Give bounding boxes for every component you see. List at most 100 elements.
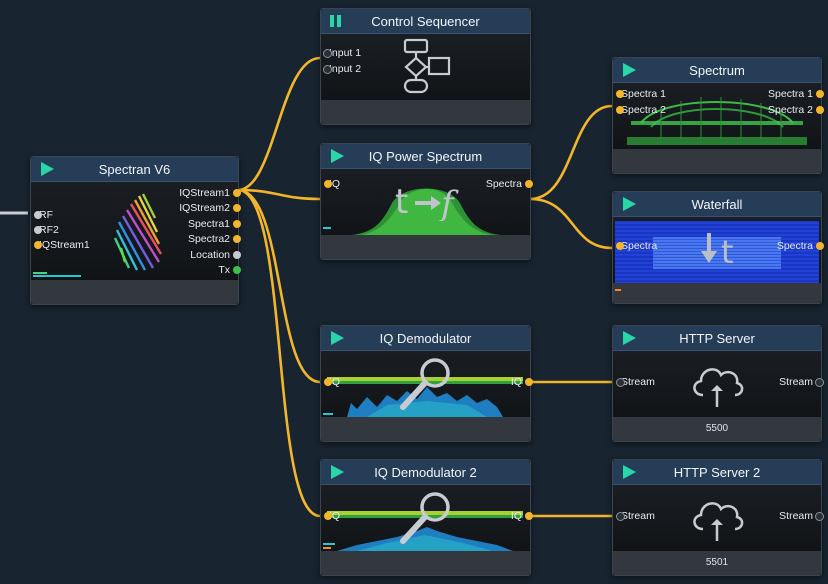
node-title: Control Sequencer — [371, 14, 480, 29]
port-spectra-out[interactable]: Spectra — [485, 178, 533, 190]
port-stream-out[interactable]: Stream — [779, 376, 824, 388]
node-header[interactable]: Waterfall — [613, 192, 821, 217]
wire-iq-power-to-waterfall — [528, 197, 614, 250]
port-label: Location — [190, 249, 230, 261]
level-meter — [33, 272, 47, 274]
node-body: Input 1 Input 2 — [321, 34, 530, 100]
port-label: Stream — [621, 510, 655, 522]
node-header[interactable]: HTTP Server — [613, 326, 821, 351]
spectran-logo — [113, 193, 163, 271]
cloud-upload-icon — [693, 502, 744, 541]
node-body: RF RF2 IQStream1 IQStream1 IQStream2 Spe… — [31, 182, 241, 280]
port-label: Spectra — [485, 178, 522, 190]
level-meter — [323, 413, 333, 415]
svg-text:t: t — [395, 182, 408, 221]
port-iq-in[interactable]: IQ — [324, 376, 340, 388]
node-body: Spectra 1 Spectra 2 Spectra 1 Spectra 2 — [613, 83, 824, 149]
port-stream-in[interactable]: Stream — [616, 376, 655, 388]
node-control-sequencer[interactable]: Control Sequencer Input 1 Input 2 — [320, 8, 531, 125]
wire-iq-power-to-spectrum — [528, 104, 614, 201]
port-label: IQStream1 — [39, 239, 90, 251]
port-label: IQ — [510, 510, 522, 522]
node-title: Waterfall — [691, 197, 743, 212]
level-meter — [323, 543, 335, 545]
level-meter — [323, 547, 331, 549]
node-footer — [613, 283, 821, 303]
port-tx-out[interactable]: Tx — [218, 264, 241, 276]
port-rf2[interactable]: RF2 — [34, 224, 59, 236]
node-title: IQ Demodulator — [379, 331, 472, 346]
port-iqstream2-out[interactable]: IQStream2 — [179, 202, 241, 214]
port-spectra2-out[interactable]: Spectra2 — [188, 233, 241, 245]
node-waterfall[interactable]: Waterfall t Spectra Spectra — [612, 191, 824, 304]
port-spectra-1-in[interactable]: Spectra 1 — [616, 88, 666, 100]
port-label: IQStream1 — [179, 187, 230, 199]
node-http-server[interactable]: HTTP Server Stream Stream 5500 — [612, 325, 824, 442]
port-label: Spectra — [776, 240, 813, 252]
wire-spectran-to-sequencer — [236, 56, 322, 192]
node-title: IQ Power Spectrum — [368, 149, 483, 164]
node-header[interactable]: Control Sequencer — [321, 9, 530, 34]
node-footer — [321, 551, 530, 575]
time-to-frequency-icon: t f — [395, 182, 459, 221]
node-title: HTTP Server — [679, 331, 755, 346]
port-iq-in[interactable]: IQ — [324, 178, 340, 190]
node-body: t f IQ Spectra — [321, 169, 533, 235]
node-header[interactable]: IQ Demodulator — [321, 326, 530, 351]
port-stream-in[interactable]: Stream — [616, 510, 655, 522]
wire-spectran-to-demod2 — [236, 188, 322, 518]
node-body: Stream Stream — [613, 351, 824, 417]
wire-spectran-to-demod — [236, 188, 322, 384]
node-iq-demodulator[interactable]: IQ Demodulator IQ IQ — [320, 325, 533, 442]
port-input-1[interactable]: Input 1 — [323, 47, 361, 59]
node-footer — [31, 280, 238, 304]
node-spectrum[interactable]: Spectrum Spectra 1 Spectra 2 Spectra 1 S… — [612, 57, 824, 174]
node-http-server-2[interactable]: HTTP Server 2 Stream Stream 5501 — [612, 459, 824, 576]
port-number-label: 5500 — [613, 417, 821, 441]
node-footer — [321, 100, 530, 124]
port-spectra-2-in[interactable]: Spectra 2 — [616, 104, 666, 116]
node-body: Stream Stream — [613, 485, 824, 551]
node-header[interactable]: IQ Power Spectrum — [321, 144, 530, 169]
port-spectra-1-out[interactable]: Spectra 1 — [768, 88, 824, 100]
port-label: Tx — [218, 264, 230, 276]
port-spectra-in[interactable]: Spectra — [616, 240, 657, 252]
node-iq-demodulator-2[interactable]: IQ Demodulator 2 IQ IQ — [320, 459, 533, 576]
port-spectra1-out[interactable]: Spectra1 — [187, 218, 241, 230]
down-arrow-time-icon: t — [701, 233, 734, 269]
node-footer — [613, 149, 821, 173]
port-label: Spectra 1 — [768, 88, 813, 100]
port-label: Spectra1 — [187, 218, 230, 230]
port-label: Stream — [779, 510, 813, 522]
port-iqstream1-out[interactable]: IQStream1 — [179, 187, 241, 199]
port-rf[interactable]: RF — [34, 209, 53, 221]
port-iq-out[interactable]: IQ — [510, 376, 533, 388]
port-spectra-out[interactable]: Spectra — [776, 240, 824, 252]
node-iq-power-spectrum[interactable]: IQ Power Spectrum t f IQ Spectra — [320, 143, 533, 260]
port-label: Input 2 — [329, 63, 362, 75]
magnifier-icon — [400, 492, 450, 544]
node-title: Spectrum — [689, 63, 745, 78]
port-label: IQ — [510, 376, 522, 388]
port-label: Stream — [779, 376, 813, 388]
node-body: IQ IQ — [321, 351, 533, 417]
node-header[interactable]: Spectrum — [613, 58, 821, 83]
port-stream-out[interactable]: Stream — [779, 510, 824, 522]
port-iqstream1-in[interactable]: IQStream1 — [34, 239, 90, 251]
port-iq-in[interactable]: IQ — [324, 510, 340, 522]
port-number-label: 5501 — [613, 551, 821, 575]
port-input-2[interactable]: Input 2 — [323, 63, 362, 75]
node-header[interactable]: Spectran V6 — [31, 157, 238, 182]
port-label: Stream — [621, 376, 655, 388]
node-header[interactable]: IQ Demodulator 2 — [321, 460, 530, 485]
cloud-upload-icon — [693, 368, 744, 407]
level-meter — [33, 275, 81, 277]
node-header[interactable]: HTTP Server 2 — [613, 460, 821, 485]
port-iq-out[interactable]: IQ — [510, 510, 533, 522]
port-spectra-2-out[interactable]: Spectra 2 — [768, 104, 824, 116]
flowchart-icon — [403, 38, 451, 94]
node-spectran-v6[interactable]: Spectran V6 RF RF2 IQStream1 IQStream1 I… — [30, 156, 241, 305]
node-title: Spectran V6 — [98, 162, 171, 177]
port-label: Spectra 2 — [768, 104, 813, 116]
port-location-out[interactable]: Location — [190, 249, 241, 261]
